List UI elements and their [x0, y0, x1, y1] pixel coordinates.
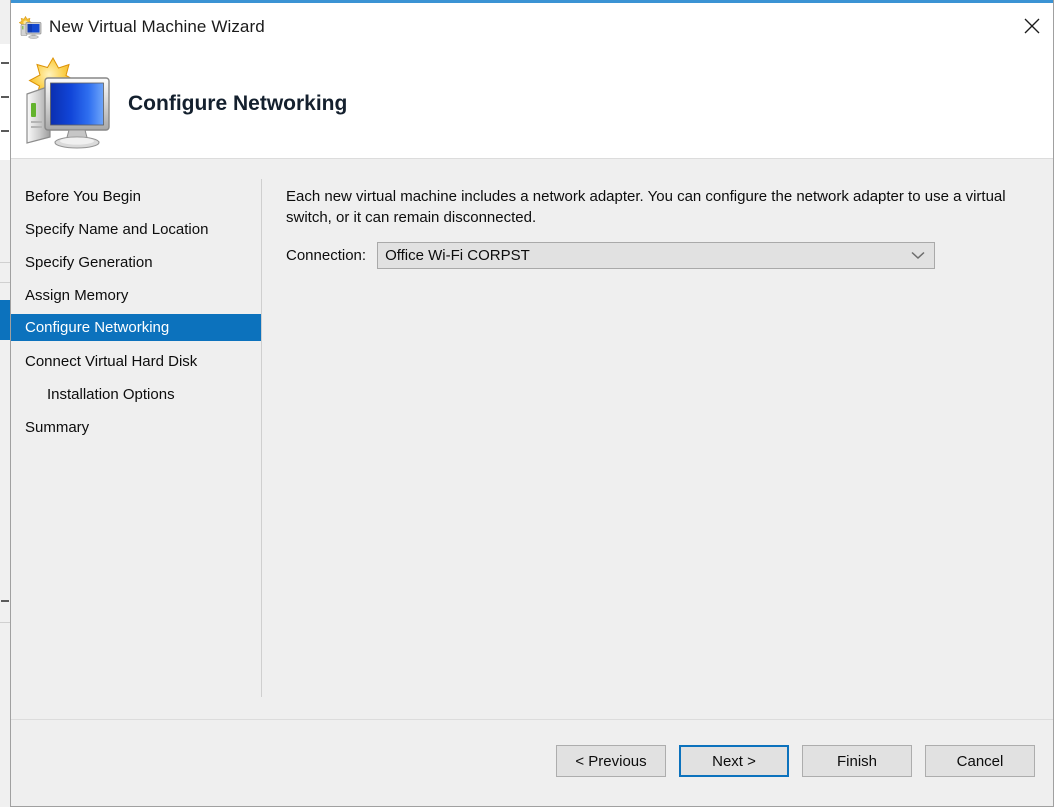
sidebar-item-specify-name-and-location[interactable]: Specify Name and Location [11, 216, 261, 243]
next-button[interactable]: Next > [679, 745, 789, 777]
sidebar-item-label: Installation Options [47, 386, 175, 403]
connection-label: Connection: [286, 247, 366, 264]
wizard-step-list: Before You Begin Specify Name and Locati… [11, 159, 261, 719]
chevron-down-icon [911, 247, 925, 265]
connection-dropdown[interactable]: Office Wi-Fi CORPST [377, 242, 935, 269]
sidebar-item-label: Connect Virtual Hard Disk [25, 353, 197, 370]
sidebar-item-specify-generation[interactable]: Specify Generation [11, 249, 261, 276]
title-bar: New Virtual Machine Wizard [11, 3, 1054, 52]
background-window-row-tick [1, 96, 9, 98]
sidebar-item-before-you-begin[interactable]: Before You Begin [11, 183, 261, 210]
sidebar-item-label: Before You Begin [25, 188, 141, 205]
sidebar-item-configure-networking[interactable]: Configure Networking [11, 314, 261, 341]
page-title: Configure Networking [128, 92, 347, 116]
wizard-banner: Configure Networking [11, 52, 1054, 159]
background-window-row-tick [1, 62, 9, 64]
connection-selected-value: Office Wi-Fi CORPST [378, 247, 530, 264]
sidebar-item-label: Specify Name and Location [25, 221, 208, 238]
cancel-button[interactable]: Cancel [925, 745, 1035, 777]
connection-row: Connection: Office Wi-Fi CORPST [286, 242, 935, 269]
finish-button[interactable]: Finish [802, 745, 912, 777]
background-window-row-tick [1, 130, 9, 132]
sidebar-item-connect-virtual-hard-disk[interactable]: Connect Virtual Hard Disk [11, 348, 261, 375]
window-title: New Virtual Machine Wizard [49, 17, 265, 37]
sidebar-item-summary[interactable]: Summary [11, 414, 261, 441]
sidebar-item-assign-memory[interactable]: Assign Memory [11, 282, 261, 309]
close-icon[interactable] [1009, 3, 1054, 49]
background-window-row-tick [1, 600, 9, 602]
virtual-machine-monitor-icon [17, 51, 117, 151]
sidebar-item-label: Configure Networking [25, 319, 169, 336]
wizard-body: Before You Begin Specify Name and Locati… [11, 159, 1054, 719]
sidebar-item-label: Assign Memory [25, 287, 128, 304]
sidebar-item-label: Summary [25, 419, 89, 436]
sidebar-item-label: Specify Generation [25, 254, 153, 271]
wizard-footer: < Previous Next > Finish Cancel [11, 719, 1054, 807]
new-virtual-machine-wizard-dialog: New Virtual Machine Wizard [10, 0, 1054, 807]
wizard-content-pane: Each new virtual machine includes a netw… [262, 159, 1054, 719]
description-text: Each new virtual machine includes a netw… [286, 186, 1030, 228]
previous-button[interactable]: < Previous [556, 745, 666, 777]
virtual-machine-icon [19, 16, 43, 40]
sidebar-item-installation-options[interactable]: Installation Options [11, 381, 261, 408]
